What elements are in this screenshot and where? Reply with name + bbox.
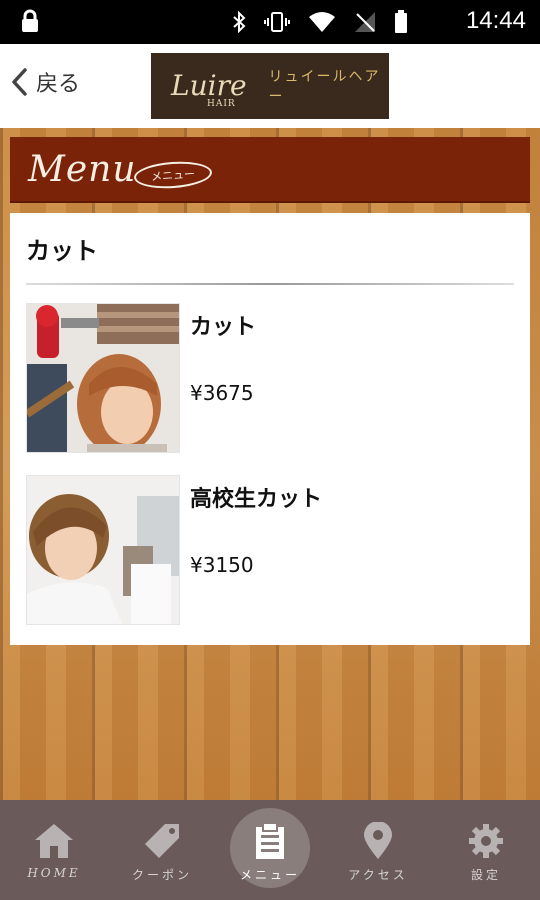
menu-item-price: ¥3150	[190, 553, 254, 577]
back-label: 戻る	[36, 72, 81, 97]
home-icon	[35, 824, 73, 858]
nav-home[interactable]: HOME	[0, 800, 108, 900]
menu-content-card: カット カット ¥3675 高校生カット ¥3150	[10, 213, 530, 645]
nav-settings-label: 設定	[470, 868, 501, 882]
logo-kana: リュイールヘアー	[268, 69, 381, 105]
gear-icon	[469, 824, 503, 858]
section-title: カット	[26, 237, 98, 265]
status-bar: 14:44	[0, 0, 540, 44]
status-time: 14:44	[465, 7, 526, 34]
nav-coupon-label: クーポン	[131, 868, 192, 882]
nav-access[interactable]: アクセス	[324, 800, 432, 900]
wifi-icon	[309, 12, 335, 32]
nav-menu[interactable]: メニュー	[216, 800, 324, 900]
menu-item-student-cut[interactable]: 高校生カット ¥3150	[26, 475, 514, 627]
vibrate-icon	[264, 12, 290, 32]
map-pin-icon	[364, 822, 392, 859]
menu-banner: Menu メニュー	[10, 137, 530, 203]
menu-banner-script: Menu	[28, 149, 137, 190]
no-signal-icon	[355, 12, 375, 32]
battery-icon	[395, 10, 407, 33]
section-divider	[26, 283, 514, 285]
menu-item-photo	[26, 303, 180, 453]
bottom-nav: HOME クーポン メニュー アクセス 設定	[0, 800, 540, 900]
menu-item-photo	[26, 475, 180, 625]
status-icons	[232, 10, 408, 34]
nav-coupon[interactable]: クーポン	[108, 800, 216, 900]
tag-icon	[145, 824, 179, 858]
logo-script: Luire HAIR	[171, 69, 247, 109]
menu-clipboard-icon	[256, 822, 284, 859]
bluetooth-icon	[233, 10, 246, 34]
app-header: 戻る Luire HAIR リュイールヘアー	[0, 44, 540, 128]
chevron-left-icon	[12, 68, 27, 96]
menu-item-name: 高校生カット	[190, 487, 323, 512]
brand-logo: Luire HAIR リュイールヘアー	[151, 53, 389, 119]
lock-icon	[22, 9, 38, 32]
menu-item-price: ¥3675	[190, 381, 254, 405]
nav-access-label: アクセス	[348, 868, 408, 882]
nav-home-label: HOME	[27, 866, 81, 880]
menu-item-name: カット	[190, 315, 257, 340]
logo-hair: HAIR	[207, 99, 236, 109]
back-button[interactable]: 戻る	[10, 66, 80, 98]
nav-menu-label: メニュー	[239, 868, 300, 882]
nav-settings[interactable]: 設定	[432, 800, 540, 900]
menu-banner-sub: メニュー	[133, 159, 213, 191]
menu-item-cut[interactable]: カット ¥3675	[26, 303, 514, 455]
